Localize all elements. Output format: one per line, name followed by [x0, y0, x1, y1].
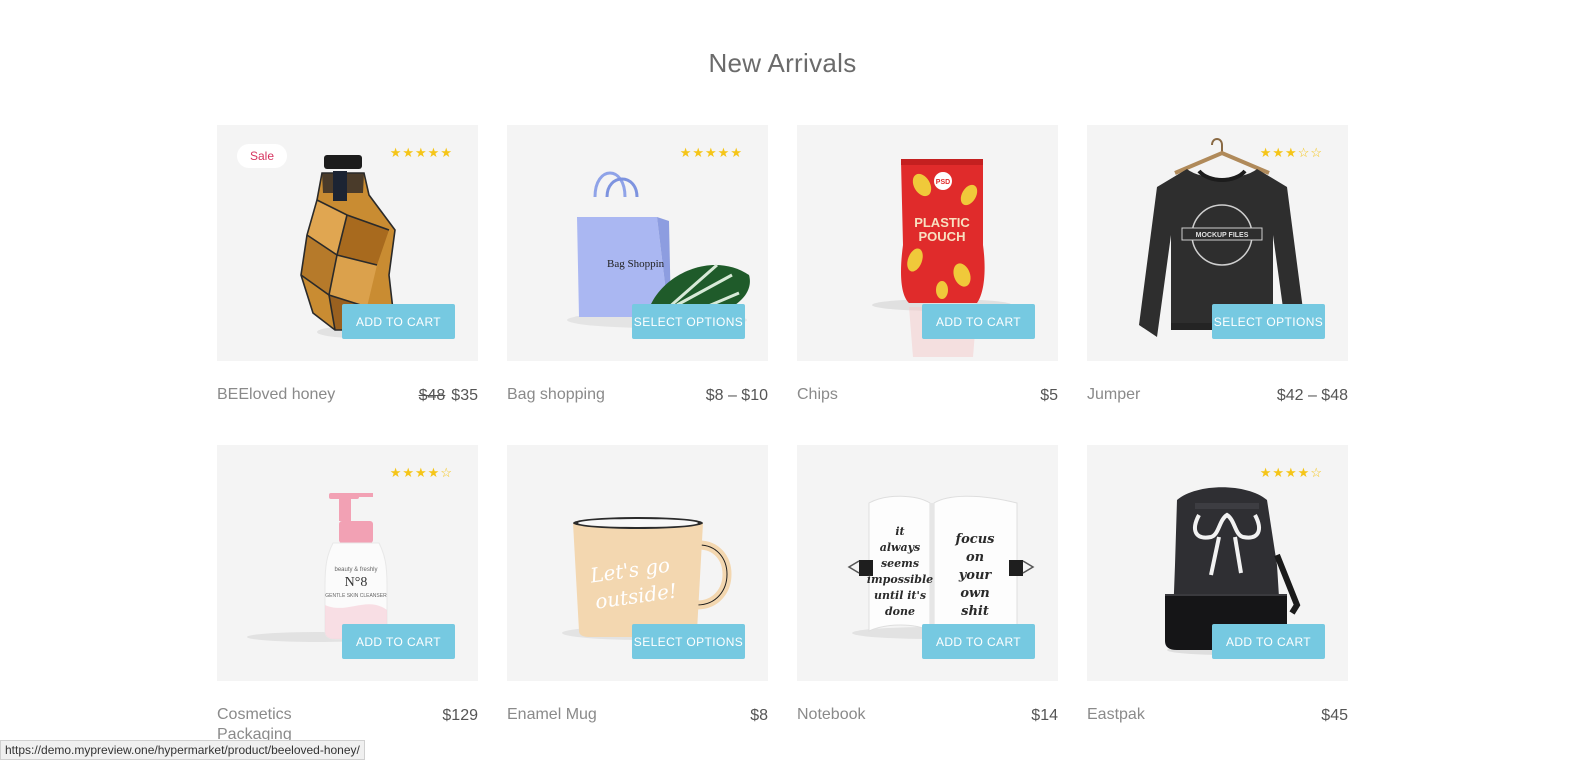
chips-text-2: POUCH [919, 229, 966, 244]
product-price: $8 – $10 [705, 387, 768, 404]
old-price: $48 [418, 387, 446, 404]
product-image[interactable]: Let's go outside! SELECT OPTIONS [507, 445, 768, 681]
rating-stars: ★★★★☆ [389, 465, 453, 480]
cosmetics-text-3: GENTLE SKIN CLEANSER [325, 593, 387, 599]
product-image[interactable]: Bag Shoppin ★★★★★ SELECT OPTIONS [507, 125, 768, 361]
add-to-cart-button[interactable]: ADD TO CART [922, 624, 1035, 659]
product-price: $129 [442, 707, 478, 724]
product-price: $42 – $48 [1276, 387, 1348, 404]
browser-status-bar: https://demo.mypreview.one/hypermarket/p… [0, 740, 365, 760]
notebook-line: done [885, 605, 915, 618]
notebook-line: your [958, 568, 993, 583]
product-name-link[interactable]: Enamel Mug [507, 705, 647, 725]
product-name-link[interactable]: Chips [797, 385, 937, 405]
chips-badge-text: PSD [936, 179, 950, 186]
bag-label: Bag Shoppin [607, 258, 665, 270]
product-name-link[interactable]: Jumper [1087, 385, 1227, 405]
product-name-link[interactable]: Cosmetics Packaging [217, 705, 357, 745]
cosmetics-text-1: beauty & freshly [334, 567, 377, 573]
notebook-line: until it's [874, 589, 926, 602]
product-name-link[interactable]: Notebook [797, 705, 937, 725]
product-card[interactable]: MOCKUP FILES ★★★☆☆ SELECT OPTIONS Jumper… [1087, 125, 1348, 445]
product-image[interactable]: beauty & freshly N°8 GENTLE SKIN CLEANSE… [217, 445, 478, 681]
rating-stars: ★★★☆☆ [1259, 145, 1323, 160]
product-card[interactable]: it always seems impossible until it's done fo… [797, 445, 1058, 764]
product-name-link[interactable]: Eastpak [1087, 705, 1227, 725]
add-to-cart-button[interactable]: ADD TO CART [342, 304, 455, 339]
notebook-line: on [966, 550, 984, 565]
product-price: $14 [1031, 707, 1058, 724]
product-card[interactable]: PSD PLASTIC POUCH ADD TO CART Chips $5 [797, 125, 1058, 445]
section-title: New Arrivals [708, 48, 857, 78]
add-to-cart-button[interactable]: ADD TO CART [342, 624, 455, 659]
product-image[interactable]: PSD PLASTIC POUCH ADD TO CART [797, 125, 1058, 361]
product-card[interactable]: Sale ★★★★★ ADD TO CART BEEloved honey $4… [217, 125, 478, 445]
rating-stars: ★★★★★ [679, 145, 743, 160]
product-card[interactable]: ★★★★☆ ADD TO CART Eastpak $45 [1087, 445, 1348, 764]
product-image[interactable]: Sale ★★★★★ ADD TO CART [217, 125, 478, 361]
rating-stars: ★★★★★ [389, 145, 453, 160]
notebook-line: shit [961, 604, 989, 619]
product-price: $45 [1321, 707, 1348, 724]
product-card[interactable]: Bag Shoppin ★★★★★ SELECT OPTIONS Bag sho… [507, 125, 768, 445]
notebook-line: seems [881, 557, 919, 570]
product-price: $8 [750, 707, 768, 724]
notebook-line: always [880, 541, 921, 554]
add-to-cart-button[interactable]: ADD TO CART [1212, 624, 1325, 659]
notebook-line: focus [955, 532, 996, 547]
chips-text-1: PLASTIC [914, 215, 970, 230]
product-name-link[interactable]: BEEloved honey [217, 385, 357, 405]
product-price: $5 [1040, 387, 1058, 404]
add-to-cart-button[interactable]: ADD TO CART [922, 304, 1035, 339]
product-image[interactable]: ★★★★☆ ADD TO CART [1087, 445, 1348, 681]
notebook-line: impossible [867, 573, 933, 586]
notebook-line: own [960, 586, 989, 601]
select-options-button[interactable]: SELECT OPTIONS [632, 624, 745, 659]
product-image[interactable]: it always seems impossible until it's done fo… [797, 445, 1058, 681]
product-card[interactable]: beauty & freshly N°8 GENTLE SKIN CLEANSE… [217, 445, 478, 764]
select-options-button[interactable]: SELECT OPTIONS [632, 304, 745, 339]
product-image[interactable]: MOCKUP FILES ★★★☆☆ SELECT OPTIONS [1087, 125, 1348, 361]
jumper-print-text: MOCKUP FILES [1196, 232, 1249, 239]
product-grid: Sale ★★★★★ ADD TO CART BEEloved honey $4… [217, 125, 1348, 764]
rating-stars: ★★★★☆ [1259, 465, 1323, 480]
select-options-button[interactable]: SELECT OPTIONS [1212, 304, 1325, 339]
sale-badge: Sale [237, 144, 288, 168]
notebook-line: it [895, 525, 904, 538]
product-name-link[interactable]: Bag shopping [507, 385, 647, 405]
product-card[interactable]: Let's go outside! SELECT OPTIONS Enamel … [507, 445, 768, 764]
product-price: $48 $35 [418, 387, 478, 404]
cosmetics-text-2: N°8 [345, 575, 368, 590]
